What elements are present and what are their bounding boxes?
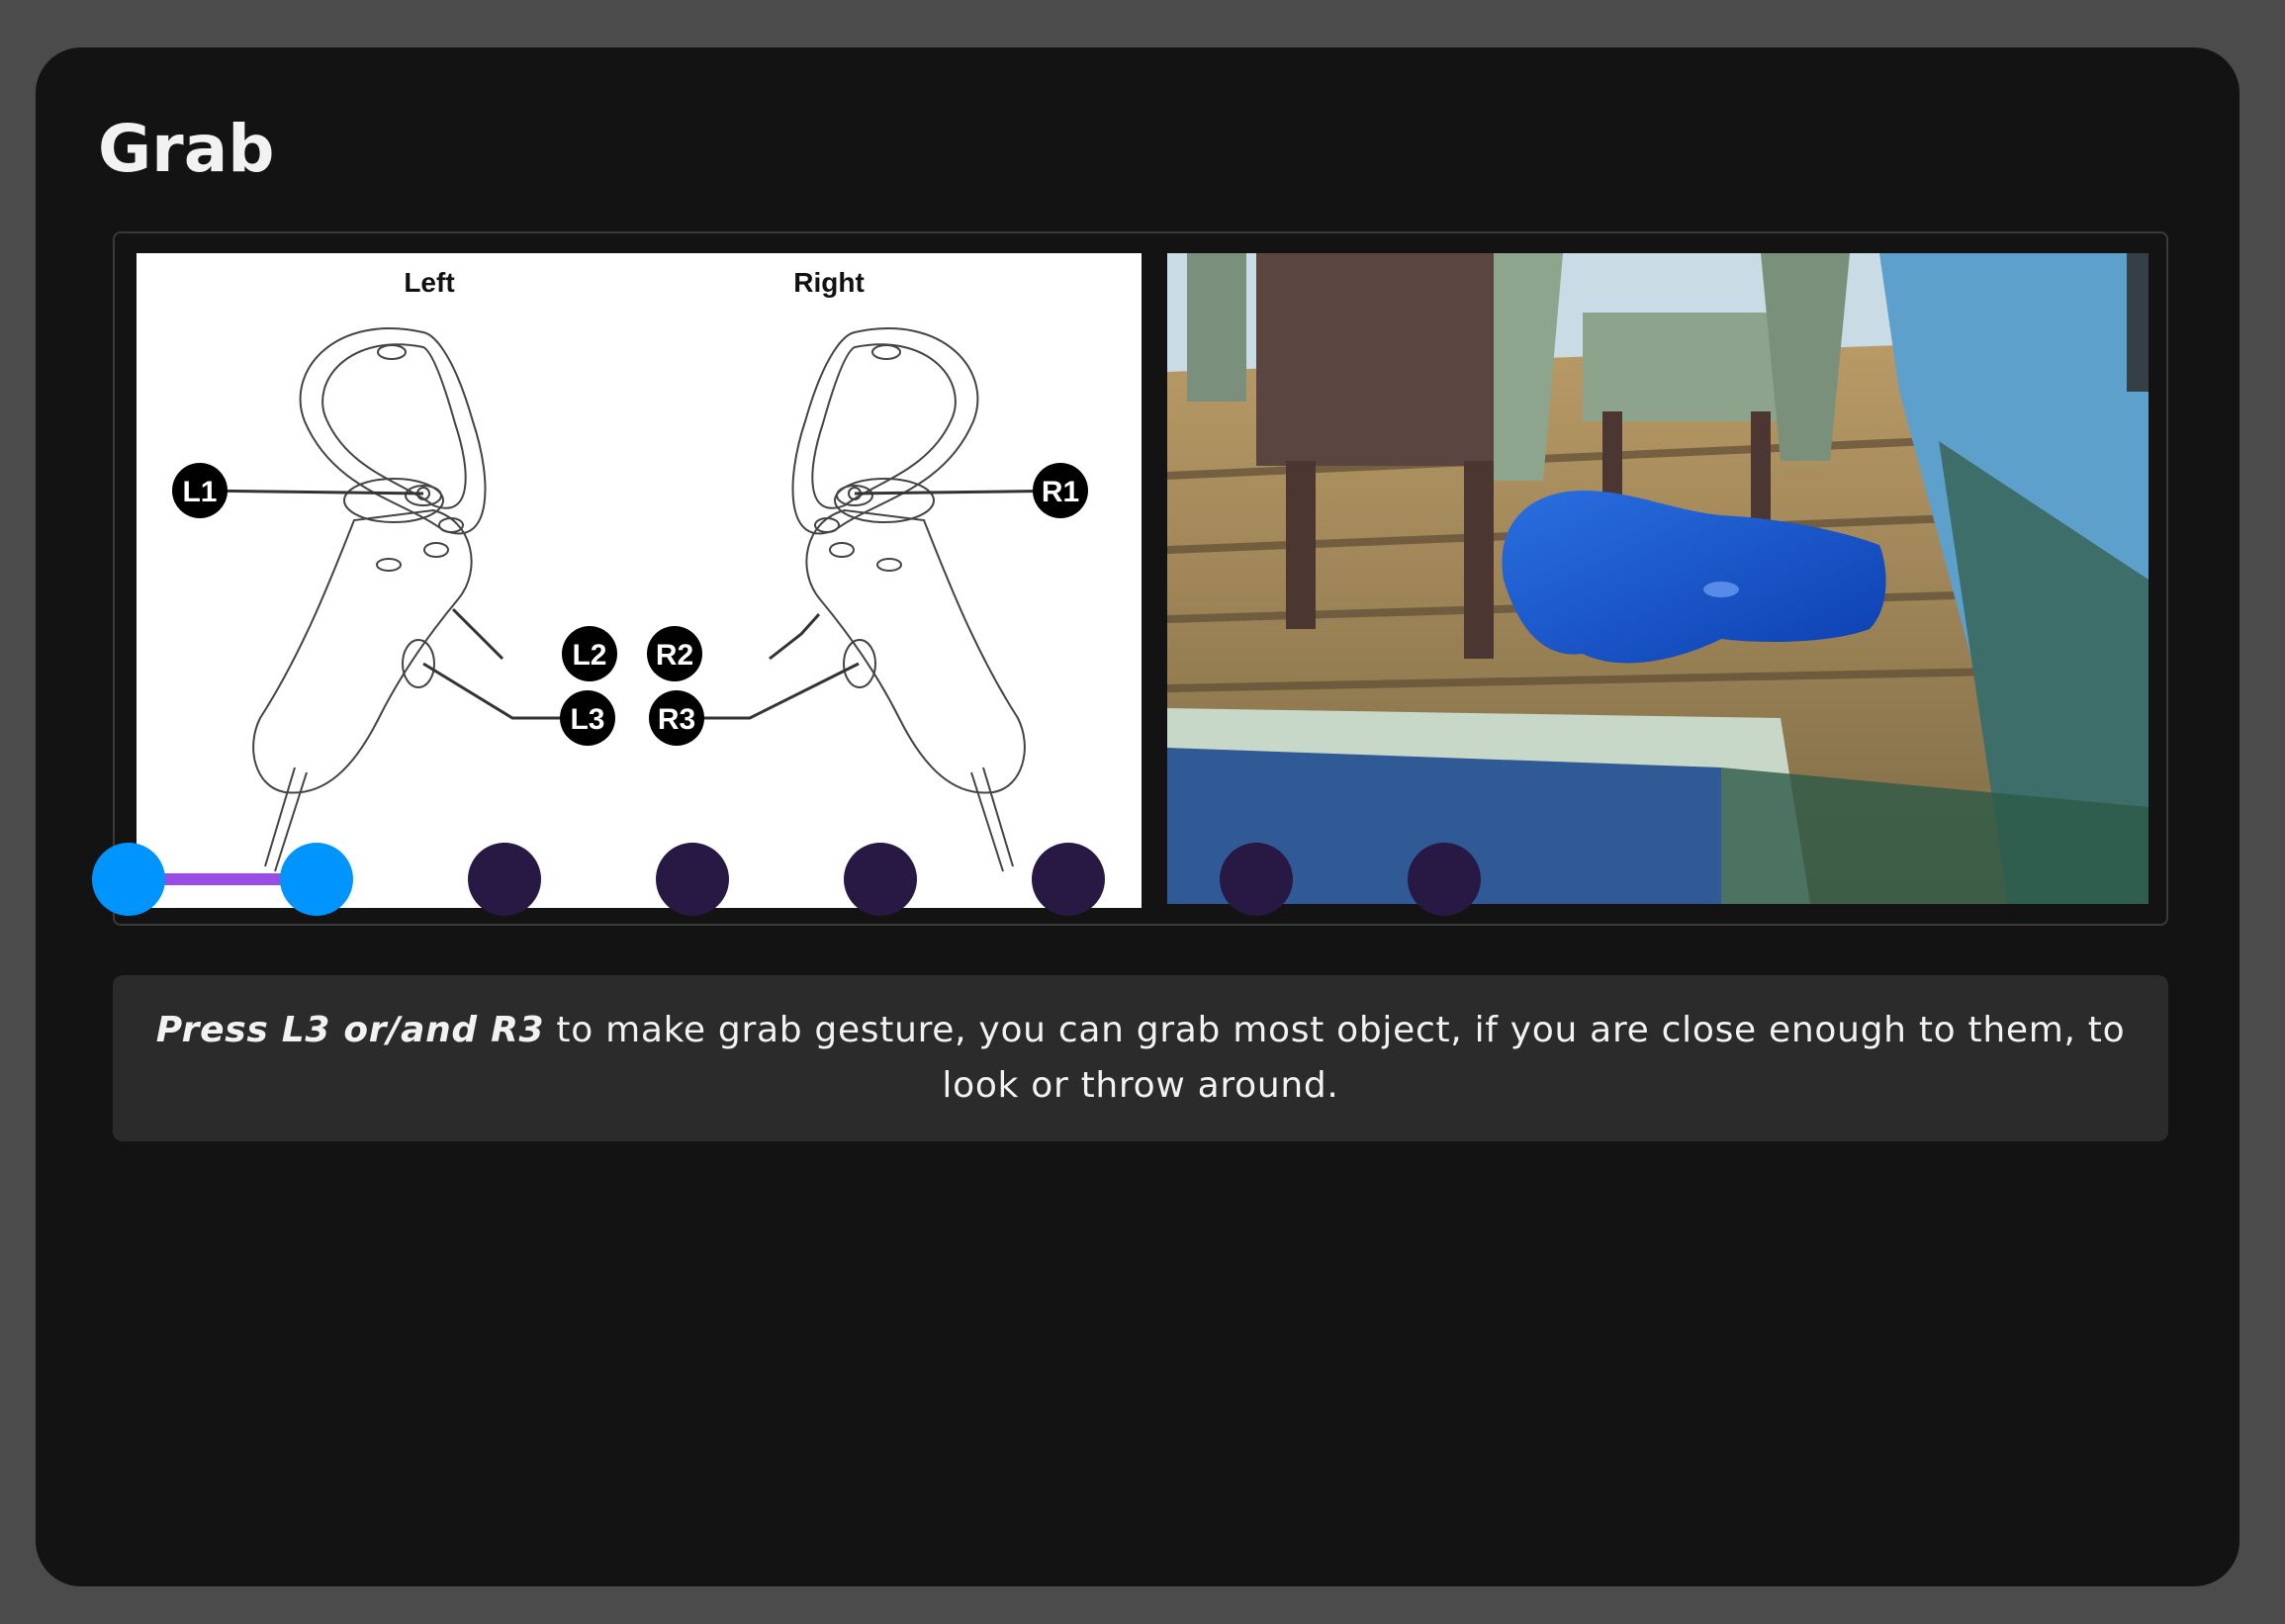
tutorial-card: Grab Left Right L1 L2 L3 R1 R2 R3 Press … [36, 47, 2239, 1586]
step-dot-4[interactable] [656, 843, 729, 916]
button-label-r3: R3 [658, 703, 695, 736]
button-label-l3: L3 [570, 703, 604, 736]
button-label-r1: R1 [1042, 476, 1079, 508]
right-label: Right [793, 267, 865, 298]
controller-diagram: Left Right L1 L2 L3 R1 R2 R3 [137, 253, 1142, 908]
step-dot-8[interactable] [1408, 843, 1481, 916]
button-label-l2: L2 [572, 639, 606, 672]
caption-emphasis: Press L3 or/and R3 [155, 1010, 545, 1050]
vr-scene-image [1167, 253, 2148, 904]
step-dot-2[interactable] [280, 843, 353, 916]
step-dot-1[interactable] [92, 843, 165, 916]
button-label-r2: R2 [656, 639, 693, 672]
page-title: Grab [98, 111, 275, 187]
step-dot-6[interactable] [1032, 843, 1105, 916]
step-dot-5[interactable] [844, 843, 917, 916]
left-controller-body [252, 508, 473, 794]
step-dot-7[interactable] [1220, 843, 1293, 916]
right-controller-body [805, 508, 1026, 794]
media-frame: Left Right L1 L2 L3 R1 R2 R3 [113, 231, 2168, 926]
caption-text: to make grab gesture, you can grab most … [544, 1010, 2126, 1106]
button-label-l1: L1 [182, 476, 217, 508]
instruction-caption: Press L3 or/and R3 to make grab gesture,… [113, 975, 2168, 1141]
step-dot-3[interactable] [468, 843, 541, 916]
left-label: Left [404, 267, 454, 298]
